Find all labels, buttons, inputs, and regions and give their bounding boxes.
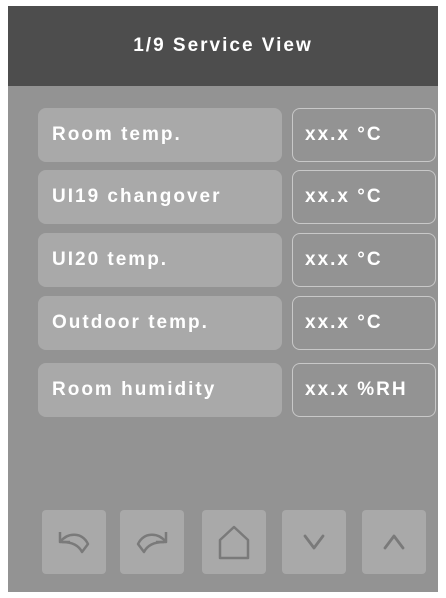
home-button[interactable] [202,510,266,574]
chevron-down-icon [303,534,325,550]
undo-button[interactable] [42,510,106,574]
row-outdoor-temp: Outdoor temp. xx.x °C [38,296,438,350]
ui20-temp-button[interactable]: UI20 temp. [38,233,282,287]
row-ui19-changover: UI19 changover xx.x °C [38,170,438,224]
service-view-screen: 1/9 Service View Room temp. xx.x °C UI19… [8,6,438,592]
outdoor-temp-value: xx.x °C [292,296,436,350]
row-room-humidity: Room humidity xx.x %RH [38,363,438,417]
ui19-changover-button[interactable]: UI19 changover [38,170,282,224]
ui20-temp-value: xx.x °C [292,233,436,287]
row-room-temp: Room temp. xx.x °C [38,108,438,162]
scroll-down-button[interactable] [282,510,346,574]
redo-icon [136,532,168,554]
header-bar: 1/9 Service View [8,6,438,86]
undo-icon [58,532,90,554]
room-humidity-button[interactable]: Room humidity [38,363,282,417]
scroll-up-button[interactable] [362,510,426,574]
room-temp-value: xx.x °C [292,108,436,162]
room-humidity-value: xx.x %RH [292,363,436,417]
page-title: 1/9 Service View [133,35,313,56]
ui19-changover-value: xx.x °C [292,170,436,224]
chevron-up-icon [383,534,405,550]
home-icon [218,525,250,560]
room-temp-button[interactable]: Room temp. [38,108,282,162]
outdoor-temp-button[interactable]: Outdoor temp. [38,296,282,350]
redo-button[interactable] [120,510,184,574]
row-ui20-temp: UI20 temp. xx.x °C [38,233,438,287]
